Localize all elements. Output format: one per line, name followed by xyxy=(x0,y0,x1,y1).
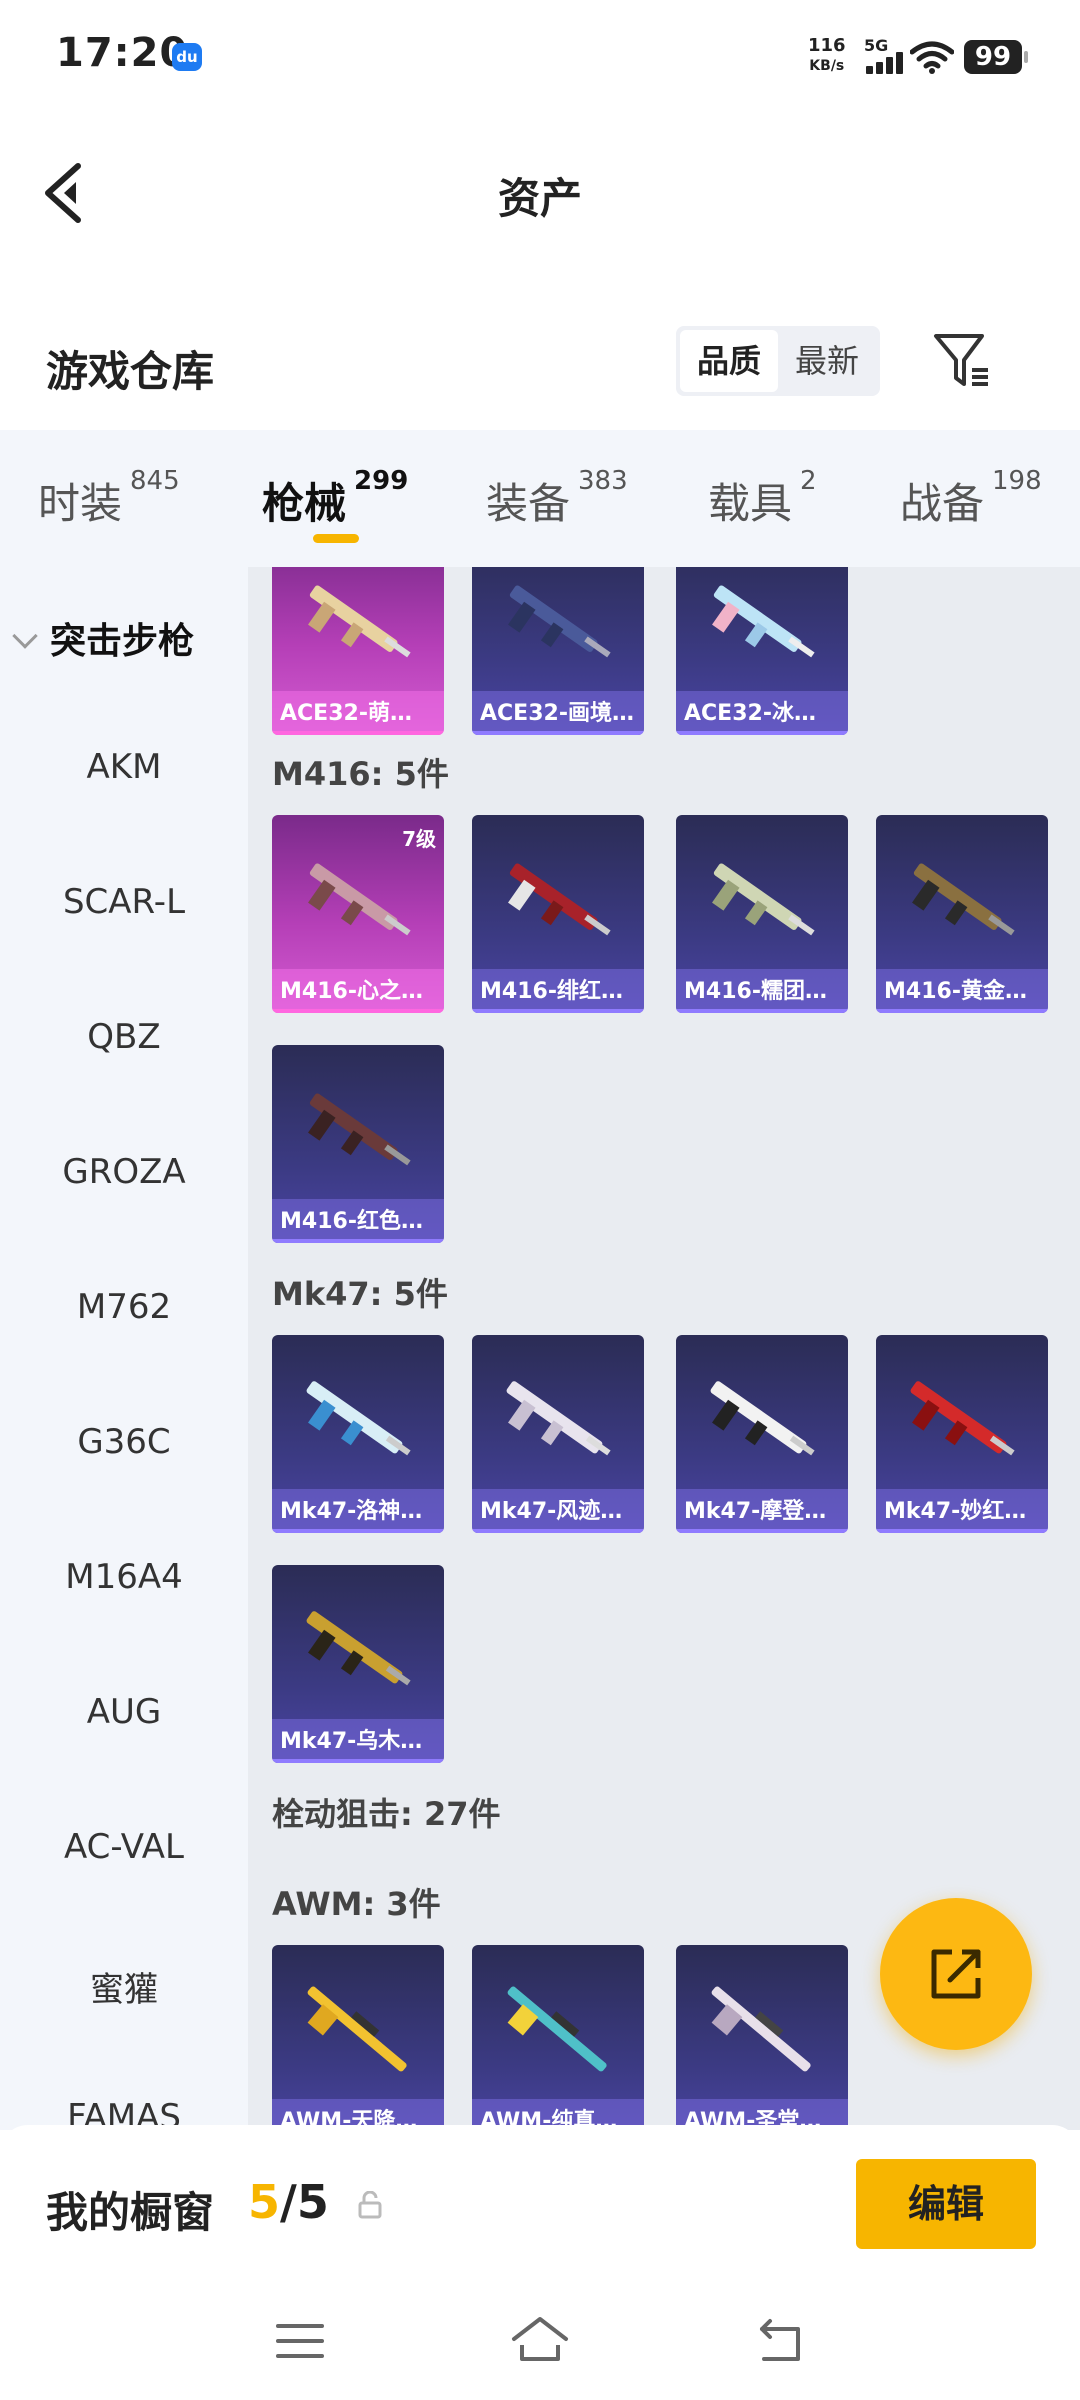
baidu-app-icon: du xyxy=(172,43,202,71)
group-title-bolt-action: 栓动狙击: 27件 xyxy=(272,1795,501,1833)
sniper-rifle-icon xyxy=(711,1986,811,2072)
skin-card[interactable]: M416-红色… xyxy=(272,1045,444,1243)
showcase-count: 5/5 xyxy=(248,2175,329,2229)
rifle-icon xyxy=(910,1381,1015,1456)
sidebar-item-qbz[interactable]: QBZ xyxy=(0,1017,248,1057)
rifle-icon xyxy=(912,863,1015,936)
sort-by-newest-button[interactable]: 最新 xyxy=(778,330,876,392)
sidebar-item-groza[interactable]: GROZA xyxy=(0,1152,248,1192)
sidebar-item-m16a4[interactable]: M16A4 xyxy=(0,1557,248,1597)
rifle-icon xyxy=(508,863,611,936)
tab-supplies[interactable]: 战备 198 xyxy=(900,466,1042,531)
battery-indicator: 99 xyxy=(964,40,1028,74)
return-icon[interactable] xyxy=(756,2317,806,2363)
showcase-label: 我的橱窗 xyxy=(46,2188,215,2237)
rifle-icon xyxy=(308,585,411,658)
skin-card[interactable]: ACE32-画境… xyxy=(472,567,644,735)
group-title-m416: M416: 5件 xyxy=(272,755,449,793)
rifle-icon xyxy=(712,585,815,658)
wifi-icon xyxy=(910,41,954,74)
weapon-skin-grid: ACE32-萌… ACE32-画境… ACE32-冰… M416: 5件 7级 … xyxy=(248,567,1080,2130)
share-button[interactable] xyxy=(880,1898,1032,2050)
rifle-icon xyxy=(308,863,411,936)
home-icon[interactable] xyxy=(510,2315,570,2363)
sniper-rifle-icon xyxy=(507,1986,607,2072)
skin-card[interactable]: M416-黄金… xyxy=(876,815,1048,1013)
sidebar-item-scar-l[interactable]: SCAR-L xyxy=(0,882,248,922)
rifle-icon xyxy=(712,863,815,936)
skin-card[interactable]: AWM-圣堂… xyxy=(676,1945,848,2130)
warehouse-title: 游戏仓库 xyxy=(46,347,215,396)
group-title-mk47: Mk47: 5件 xyxy=(272,1275,448,1313)
skin-card[interactable]: ACE32-萌… xyxy=(272,567,444,735)
sidebar-item-m762[interactable]: M762 xyxy=(0,1287,248,1327)
skin-card[interactable]: 7级 M416-心之… xyxy=(272,815,444,1013)
signal-icon xyxy=(866,52,904,74)
system-nav-bar xyxy=(0,2285,1080,2400)
sort-toggle: 品质 最新 xyxy=(676,326,880,396)
network-speed: 116 KB/s xyxy=(808,35,846,75)
tab-vehicles[interactable]: 载具 2 xyxy=(708,466,817,531)
tab-fashion[interactable]: 时装 845 xyxy=(38,466,180,531)
skin-card[interactable]: M416-糯团… xyxy=(676,815,848,1013)
sidebar-item-honey-badger[interactable]: 蜜獾 xyxy=(0,1962,248,2011)
category-tabs: 时装 845 枪械 299 装备 383 载具 2 战备 198 xyxy=(0,430,1080,567)
menu-icon[interactable] xyxy=(276,2321,324,2361)
group-title-awm: AWM: 3件 xyxy=(272,1885,441,1923)
skin-card[interactable]: Mk47-风迹… xyxy=(472,1335,644,1533)
sidebar-item-akm[interactable]: AKM xyxy=(0,747,248,787)
rifle-icon xyxy=(306,1381,411,1456)
share-icon xyxy=(931,1949,981,1999)
weapon-type-sidebar: 突击步枪 AKM SCAR-L QBZ GROZA M762 G36C M16A… xyxy=(0,567,248,2130)
sidebar-item-aug[interactable]: AUG xyxy=(0,1692,248,1732)
tab-equipment[interactable]: 装备 383 xyxy=(486,466,628,531)
skin-card[interactable]: Mk47-乌木… xyxy=(272,1565,444,1763)
rifle-icon xyxy=(308,1093,411,1166)
clock: 17:20 xyxy=(56,30,189,76)
skin-card[interactable]: Mk47-摩登… xyxy=(676,1335,848,1533)
lock-icon xyxy=(358,2191,382,2219)
skin-card[interactable]: Mk47-妙红… xyxy=(876,1335,1048,1533)
sidebar-item-g36c[interactable]: G36C xyxy=(0,1422,248,1462)
showcase-bar: 我的橱窗 5/5 编辑 xyxy=(0,2125,1080,2285)
rifle-icon xyxy=(710,1381,815,1456)
active-tab-indicator xyxy=(313,534,359,543)
level-badge: 7级 xyxy=(402,827,436,851)
status-bar: 17:20 du 116 KB/s 5G 99 xyxy=(0,0,1080,115)
skin-card[interactable]: AWM-纯真… xyxy=(472,1945,644,2130)
sidebar-item-ac-val[interactable]: AC-VAL xyxy=(0,1827,248,1867)
sidebar-category-assault-rifle[interactable]: 突击步枪 xyxy=(12,612,194,664)
chevron-down-icon xyxy=(12,623,38,649)
rifle-icon xyxy=(506,1381,611,1456)
sniper-rifle-icon xyxy=(307,1986,407,2072)
rifle-icon xyxy=(508,585,611,658)
sort-by-quality-button[interactable]: 品质 xyxy=(680,330,778,392)
tab-firearms[interactable]: 枪械 299 xyxy=(262,466,408,531)
skin-card[interactable]: AWM-天降… xyxy=(272,1945,444,2130)
filter-icon[interactable] xyxy=(932,332,992,390)
skin-card[interactable]: Mk47-洛神… xyxy=(272,1335,444,1533)
skin-card[interactable]: M416-绯红… xyxy=(472,815,644,1013)
edit-button[interactable]: 编辑 xyxy=(856,2159,1036,2249)
skin-card[interactable]: ACE32-冰… xyxy=(676,567,848,735)
rifle-icon xyxy=(306,1611,411,1686)
page-title: 资产 xyxy=(497,174,582,223)
